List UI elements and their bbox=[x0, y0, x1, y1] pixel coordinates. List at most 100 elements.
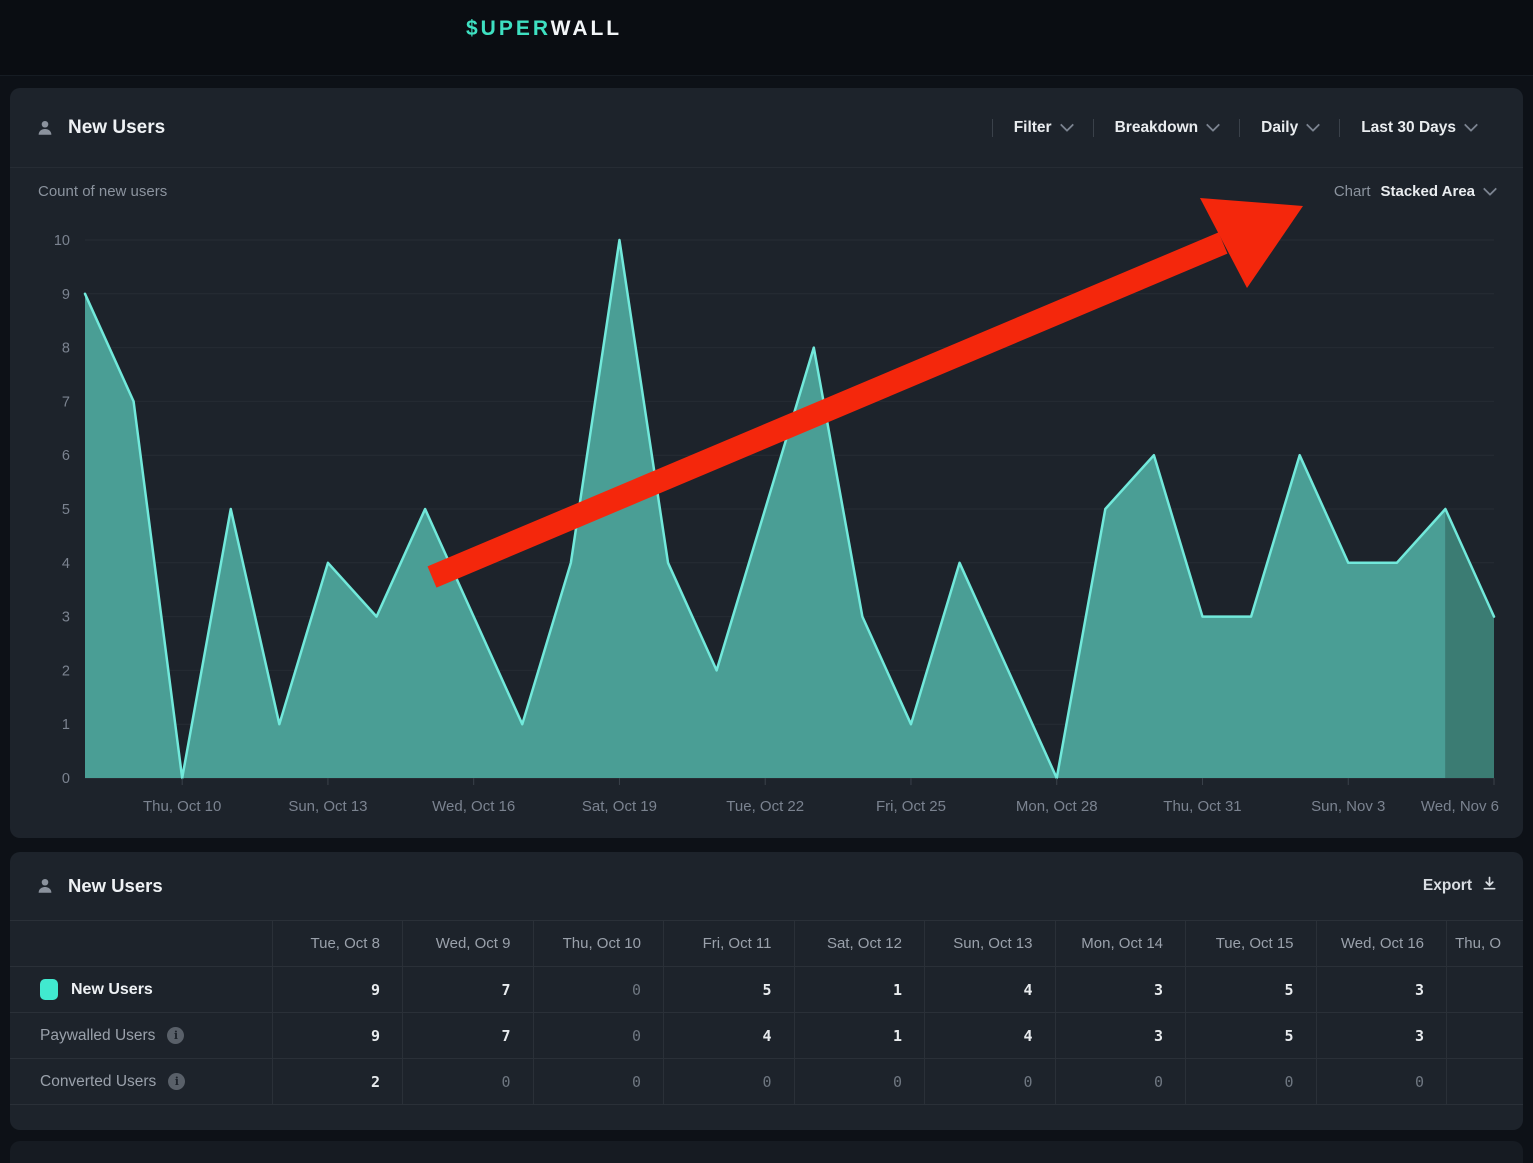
chart-subheader: Count of new users Chart Stacked Area bbox=[10, 168, 1523, 214]
table-cell: 0 bbox=[533, 1013, 664, 1059]
row-label-new-users: New Users bbox=[10, 967, 272, 1013]
table-cell: 3 bbox=[1316, 1013, 1447, 1059]
table-cell: 7 bbox=[403, 1013, 534, 1059]
table-card-title: New Users bbox=[68, 875, 163, 897]
y-axis-label: 5 bbox=[62, 502, 70, 518]
table-cell bbox=[1447, 967, 1524, 1013]
x-axis-label: Thu, Oct 31 bbox=[1163, 798, 1241, 815]
control-filter[interactable]: Filter bbox=[993, 119, 1093, 137]
logo-suffix: WALL bbox=[551, 17, 622, 40]
x-axis-label: Sun, Nov 3 bbox=[1311, 798, 1385, 815]
control-daily[interactable]: Daily bbox=[1240, 119, 1339, 137]
y-axis-label: 0 bbox=[62, 771, 70, 787]
chart-card-header: New Users Filter Breakdown Daily Last 30 Da… bbox=[10, 88, 1523, 168]
x-axis-label: Wed, Oct 16 bbox=[432, 798, 515, 815]
x-axis-label: Sun, Oct 13 bbox=[288, 798, 367, 815]
new-users-table: Tue, Oct 8Wed, Oct 9Thu, Oct 10Fri, Oct … bbox=[10, 920, 1523, 1105]
y-axis-label: 6 bbox=[62, 448, 70, 464]
table-header-row: Tue, Oct 8Wed, Oct 9Thu, Oct 10Fri, Oct … bbox=[10, 921, 1523, 967]
chart-type-label: Chart bbox=[1334, 183, 1371, 200]
table-row: New Users970514353 bbox=[10, 967, 1523, 1013]
y-axis-label: 3 bbox=[62, 610, 70, 626]
control-label: Filter bbox=[1014, 119, 1052, 137]
y-axis-label: 10 bbox=[54, 233, 70, 249]
chevron-down-icon bbox=[1483, 181, 1497, 195]
logo-prefix: $UPER bbox=[466, 17, 551, 40]
chart-subtitle: Count of new users bbox=[38, 183, 167, 200]
column-header: Sat, Oct 12 bbox=[794, 921, 925, 967]
table-cell: 1 bbox=[794, 967, 925, 1013]
column-header: Mon, Oct 14 bbox=[1055, 921, 1186, 967]
table-row: Converted Usersi200000000 bbox=[10, 1059, 1523, 1105]
table-cell: 9 bbox=[272, 1013, 403, 1059]
next-card-peek bbox=[10, 1141, 1523, 1163]
column-header: Thu, Oct 10 bbox=[533, 921, 664, 967]
chart-type-dropdown[interactable]: Chart Stacked Area bbox=[1334, 183, 1495, 200]
chevron-down-icon bbox=[1306, 118, 1320, 132]
column-header: Tue, Oct 8 bbox=[272, 921, 403, 967]
row-label-text: Converted Users bbox=[40, 1073, 156, 1091]
y-axis-label: 8 bbox=[62, 341, 70, 357]
y-axis-label: 2 bbox=[62, 663, 70, 679]
column-header: Fri, Oct 11 bbox=[664, 921, 795, 967]
user-icon bbox=[36, 119, 54, 137]
column-header: Sun, Oct 13 bbox=[925, 921, 1056, 967]
x-axis-label: Mon, Oct 28 bbox=[1016, 798, 1098, 815]
control-label: Breakdown bbox=[1115, 119, 1199, 137]
export-button[interactable]: Export bbox=[1423, 876, 1497, 896]
table-cell: 5 bbox=[664, 967, 795, 1013]
row-label-text: Paywalled Users bbox=[40, 1027, 155, 1045]
table-cell: 5 bbox=[1186, 1013, 1317, 1059]
x-axis-label: Sat, Oct 19 bbox=[582, 798, 657, 815]
column-header: Tue, Oct 15 bbox=[1186, 921, 1317, 967]
column-header: Wed, Oct 16 bbox=[1316, 921, 1447, 967]
table-cell: 7 bbox=[403, 967, 534, 1013]
chart-type-value: Stacked Area bbox=[1381, 183, 1476, 200]
table-cell: 0 bbox=[1316, 1059, 1447, 1105]
column-header: Thu, O bbox=[1447, 921, 1524, 967]
chevron-down-icon bbox=[1464, 118, 1478, 132]
table-cell: 0 bbox=[403, 1059, 534, 1105]
control-breakdown[interactable]: Breakdown bbox=[1094, 119, 1240, 137]
table-cell: 0 bbox=[1186, 1059, 1317, 1105]
chevron-down-icon bbox=[1060, 118, 1074, 132]
column-header: Wed, Oct 9 bbox=[403, 921, 534, 967]
row-label-paywalled-users: Paywalled Users i bbox=[10, 1013, 272, 1059]
table-card-header: New Users Export bbox=[10, 852, 1523, 920]
table-cell: 4 bbox=[925, 1013, 1056, 1059]
new-users-chart-card: New Users Filter Breakdown Daily Last 30 Da… bbox=[10, 88, 1523, 838]
y-axis-label: 4 bbox=[62, 556, 70, 572]
new-users-table-card: New Users Export Tue, Oct 8Wed, Oct 9Thu… bbox=[10, 852, 1523, 1130]
table-cell bbox=[1447, 1059, 1524, 1105]
x-axis-label: Thu, Oct 10 bbox=[143, 798, 221, 815]
table-cell: 0 bbox=[533, 1059, 664, 1105]
table-cell: 5 bbox=[1186, 967, 1317, 1013]
info-icon[interactable]: i bbox=[167, 1027, 184, 1044]
user-icon bbox=[36, 877, 54, 895]
table-cell: 4 bbox=[664, 1013, 795, 1059]
chevron-down-icon bbox=[1206, 118, 1220, 132]
area-fill-current-period bbox=[1445, 509, 1494, 778]
x-axis-label: Tue, Oct 22 bbox=[726, 798, 804, 815]
chart-card-title: New Users bbox=[68, 117, 165, 139]
y-axis-label: 1 bbox=[62, 717, 70, 733]
table-cell bbox=[1447, 1013, 1524, 1059]
row-label-text: New Users bbox=[71, 981, 153, 999]
table-cell: 0 bbox=[925, 1059, 1056, 1105]
control-label: Last 30 Days bbox=[1361, 119, 1456, 137]
y-axis-label: 7 bbox=[62, 394, 70, 410]
row-label-converted-users: Converted Users i bbox=[10, 1059, 272, 1105]
info-icon[interactable]: i bbox=[168, 1073, 185, 1090]
chart-controls: Filter Breakdown Daily Last 30 Days bbox=[992, 119, 1497, 137]
table-cell: 1 bbox=[794, 1013, 925, 1059]
y-axis-label: 9 bbox=[62, 287, 70, 303]
table-cell: 3 bbox=[1316, 967, 1447, 1013]
download-icon bbox=[1482, 876, 1497, 896]
table-cell: 3 bbox=[1055, 1013, 1186, 1059]
table-row: Paywalled Usersi970414353 bbox=[10, 1013, 1523, 1059]
control-last-30-days[interactable]: Last 30 Days bbox=[1340, 119, 1497, 137]
stacked-area-chart: 0 1 2 3 4 5 6 7 8 9 10 Thu, Oct 10 Sun, Oct 13 Wed, O… bbox=[10, 218, 1523, 818]
table-cell: 4 bbox=[925, 967, 1056, 1013]
table-cell: 2 bbox=[272, 1059, 403, 1105]
table-cell: 0 bbox=[794, 1059, 925, 1105]
